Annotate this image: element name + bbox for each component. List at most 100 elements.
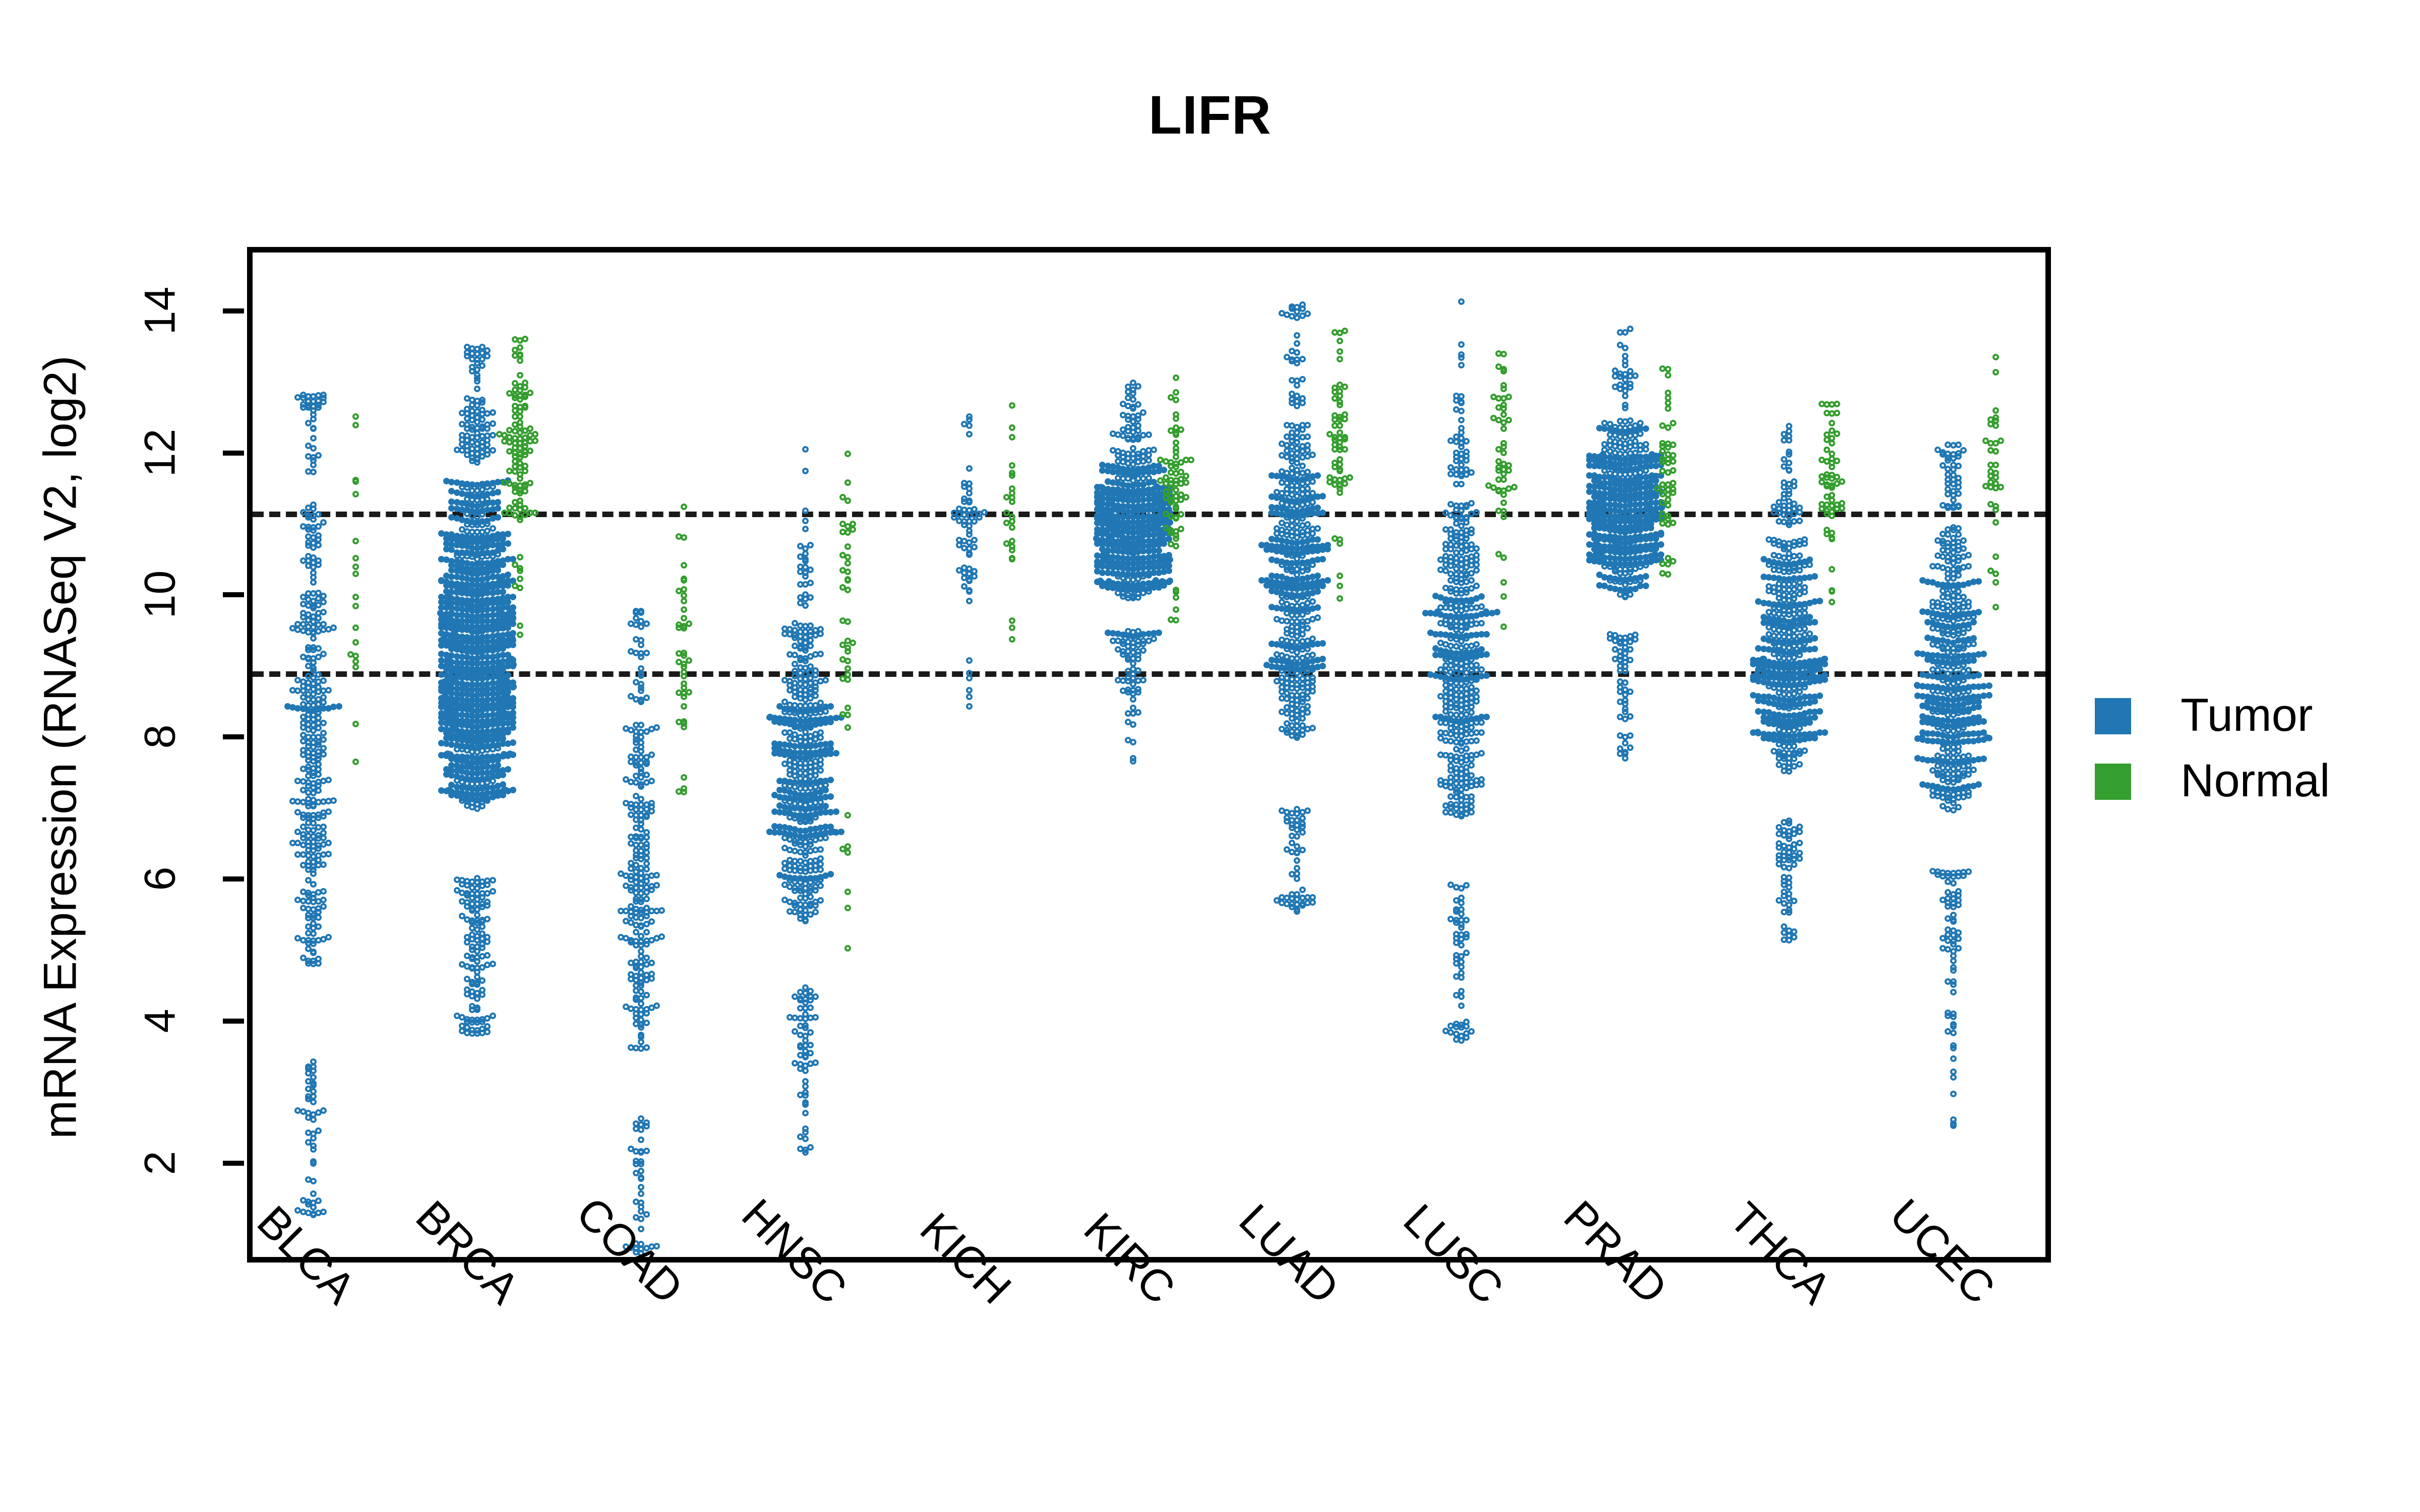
swarm-point-normal-blca <box>352 571 359 578</box>
swarm-point-tumor-coad <box>643 1044 650 1051</box>
swarm-point-tumor-lusc <box>1463 934 1470 941</box>
swarm-point-tumor-brca <box>499 618 506 625</box>
swarm-point-tumor-luad <box>1319 582 1326 589</box>
swarm-point-tumor-brca <box>463 975 470 982</box>
swarm-point-tumor-hnsc <box>830 828 837 835</box>
swarm-point-tumor-hnsc <box>807 724 814 731</box>
swarm-point-tumor-prad <box>1657 529 1664 536</box>
swarm-point-tumor-lusc <box>1432 645 1439 652</box>
swarm-point-tumor-blca <box>310 1146 317 1153</box>
swarm-point-normal-kirc <box>1172 535 1179 542</box>
swarm-point-tumor-lusc <box>1453 908 1460 915</box>
swarm-point-tumor-lusc <box>1468 709 1475 716</box>
swarm-point-tumor-luad <box>1324 546 1332 553</box>
swarm-point-tumor-kirc <box>1140 677 1147 684</box>
swarm-point-tumor-hnsc <box>786 813 794 821</box>
swarm-point-tumor-prad <box>1627 713 1634 720</box>
swarm-point-tumor-hnsc <box>797 997 804 1004</box>
swarm-point-tumor-blca <box>299 814 307 821</box>
swarm-point-tumor-lusc <box>1453 480 1460 487</box>
swarm-point-tumor-kirc <box>1094 568 1101 575</box>
swarm-point-tumor-luad <box>1299 715 1306 722</box>
swarm-point-tumor-coad <box>643 1211 650 1218</box>
swarm-point-tumor-blca <box>305 923 312 930</box>
y-tick-label: 4 <box>136 1009 185 1033</box>
swarm-point-normal-prad <box>1664 405 1671 412</box>
swarm-point-normal-brca <box>532 509 539 516</box>
swarm-point-normal-lusc <box>1500 623 1507 630</box>
swarm-point-normal-lusc <box>1500 411 1507 418</box>
swarm-point-tumor-brca <box>479 944 486 951</box>
swarm-point-normal-kirc <box>1172 389 1179 396</box>
swarm-point-tumor-blca <box>299 613 307 620</box>
swarm-point-tumor-coad <box>638 1000 645 1007</box>
swarm-point-tumor-brca <box>504 624 511 631</box>
swarm-point-tumor-hnsc <box>802 1110 809 1117</box>
swarm-point-tumor-luad <box>1284 629 1291 637</box>
swarm-point-tumor-luad <box>1279 695 1286 702</box>
swarm-point-tumor-prad <box>1622 593 1629 600</box>
swarm-point-tumor-prad <box>1611 372 1618 380</box>
swarm-point-tumor-blca <box>330 624 337 631</box>
swarm-point-tumor-blca <box>305 443 312 450</box>
swarm-point-tumor-lusc <box>1482 608 1489 615</box>
swarm-point-tumor-blca <box>305 1176 312 1183</box>
swarm-point-tumor-blca <box>315 614 322 621</box>
swarm-point-tumor-lusc <box>1478 593 1485 600</box>
swarm-point-normal-lusc <box>1490 414 1497 421</box>
swarm-point-tumor-luad <box>1299 552 1306 559</box>
swarm-point-normal-coad <box>680 614 687 621</box>
swarm-point-tumor-hnsc <box>812 902 819 909</box>
swarm-point-normal-lusc <box>1500 386 1507 393</box>
swarm-point-normal-coad <box>675 533 682 540</box>
swarm-point-tumor-lusc <box>1453 973 1460 980</box>
swarm-point-normal-kich <box>1008 524 1015 531</box>
swarm-point-normal-luad <box>1337 582 1344 589</box>
swarm-point-tumor-lusc <box>1458 362 1465 369</box>
swarm-point-normal-brca <box>516 632 523 639</box>
y-tick-label: 14 <box>136 286 185 335</box>
swarm-point-tumor-kich <box>960 498 967 506</box>
swarm-point-tumor-blca <box>305 1096 312 1103</box>
swarm-point-tumor-luad <box>1263 662 1270 669</box>
swarm-point-tumor-thca <box>1770 551 1777 558</box>
swarm-point-tumor-lusc <box>1468 598 1475 605</box>
swarm-point-tumor-prad <box>1627 732 1634 739</box>
swarm-point-tumor-luad <box>1314 604 1321 611</box>
swarm-point-tumor-kirc <box>1125 416 1132 423</box>
swarm-point-tumor-blca <box>305 1139 312 1146</box>
swarm-point-tumor-kirc <box>1104 488 1111 495</box>
swarm-point-tumor-kich <box>971 537 978 544</box>
swarm-point-normal-coad <box>675 658 682 665</box>
swarm-point-tumor-hnsc <box>807 566 814 574</box>
swarm-point-tumor-kirc <box>1130 758 1137 765</box>
swarm-point-tumor-coad <box>633 1169 640 1176</box>
swarm-point-tumor-blca <box>305 892 312 899</box>
swarm-point-tumor-kirc <box>1166 578 1173 585</box>
swarm-point-tumor-coad <box>638 699 645 706</box>
swarm-point-tumor-brca <box>468 367 475 374</box>
swarm-point-tumor-prad <box>1622 405 1629 412</box>
swarm-point-tumor-lusc <box>1478 719 1485 726</box>
swarm-point-tumor-hnsc <box>802 1149 809 1156</box>
swarm-point-tumor-brca <box>458 881 465 888</box>
swarm-point-tumor-luad <box>1304 310 1311 317</box>
swarm-point-normal-brca <box>511 488 518 495</box>
swarm-point-normal-coad <box>675 588 682 595</box>
swarm-point-tumor-prad <box>1616 417 1623 424</box>
y-tick-label: 6 <box>136 866 185 891</box>
swarm-point-tumor-kirc <box>1125 718 1132 725</box>
swarm-point-tumor-blca <box>315 1197 322 1204</box>
swarm-point-normal-lusc <box>1505 467 1512 474</box>
swarm-point-tumor-blca <box>315 914 322 921</box>
swarm-point-tumor-coad <box>638 687 645 695</box>
swarm-point-normal-kich <box>1008 472 1015 479</box>
swarm-point-normal-kirc <box>1172 606 1179 613</box>
swarm-point-tumor-lusc <box>1458 472 1465 479</box>
swarm-point-tumor-lusc <box>1463 950 1470 957</box>
swarm-point-tumor-kirc <box>1135 709 1142 716</box>
swarm-point-tumor-coad <box>648 808 655 814</box>
swarm-point-tumor-lusc <box>1458 812 1465 820</box>
swarm-point-tumor-coad <box>628 620 635 627</box>
swarm-point-tumor-luad <box>1299 305 1306 312</box>
